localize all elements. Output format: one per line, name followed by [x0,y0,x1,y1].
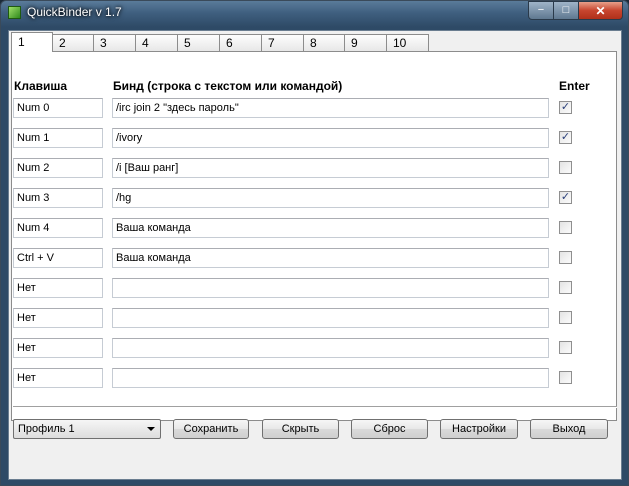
key-field[interactable]: Нет [13,308,103,328]
key-field[interactable]: Нет [13,278,103,298]
enter-checkbox[interactable]: ✓ [559,191,572,204]
exit-button[interactable]: Выход [530,419,608,439]
enter-checkbox[interactable]: ✓ [559,131,572,144]
profile-select-value: Профиль 1 [18,423,75,435]
bind-input[interactable] [112,338,549,358]
enter-checkbox[interactable] [559,251,572,264]
close-icon: ✕ [595,3,606,18]
enter-checkbox[interactable] [559,341,572,354]
key-field[interactable]: Нет [13,368,103,388]
checkmark-icon: ✓ [560,131,571,143]
tab-10[interactable]: 10 [387,34,429,52]
bind-input[interactable] [112,368,549,388]
tab-strip: 1 2 3 4 5 6 7 8 9 10 [11,32,429,52]
bind-input[interactable]: /irc join 2 "здесь пароль" [112,98,549,118]
bind-input[interactable]: /i [Ваш ранг] [112,158,549,178]
bind-input[interactable] [112,278,549,298]
enter-checkbox[interactable]: ✓ [559,101,572,114]
title-bar[interactable]: QuickBinder v 1.7 − □ ✕ [1,1,628,25]
tab-6[interactable]: 6 [220,34,262,52]
hide-button[interactable]: Скрыть [262,419,339,439]
enter-checkbox[interactable] [559,311,572,324]
key-field[interactable]: Num 2 [13,158,103,178]
enter-checkbox[interactable] [559,281,572,294]
bind-input[interactable] [112,308,549,328]
key-field[interactable]: Num 4 [13,218,103,238]
tab-7[interactable]: 7 [262,34,304,52]
caption-buttons: − □ ✕ [528,1,623,20]
checkmark-icon: ✓ [560,191,571,203]
tab-2[interactable]: 2 [53,34,94,52]
footer-separator [13,406,617,408]
maximize-button[interactable]: □ [554,1,579,20]
tab-3[interactable]: 3 [94,34,136,52]
close-button[interactable]: ✕ [579,1,623,20]
maximize-icon: □ [562,4,570,16]
app-icon [8,6,21,19]
checkmark-icon: ✓ [560,101,571,113]
app-window: QuickBinder v 1.7 − □ ✕ 1 2 3 4 5 6 7 8 … [0,0,629,486]
window-title: QuickBinder v 1.7 [27,5,122,19]
key-field[interactable]: Num 3 [13,188,103,208]
bind-input[interactable]: /ivory [112,128,549,148]
profile-select[interactable]: Профиль 1 [13,419,161,439]
settings-button[interactable]: Настройки [440,419,518,439]
key-field[interactable]: Ctrl + V [13,248,103,268]
client-area: 1 2 3 4 5 6 7 8 9 10 Клавиша Бинд (строк… [8,30,622,480]
tab-8[interactable]: 8 [304,34,345,52]
minimize-icon: − [537,4,545,16]
enter-checkbox[interactable] [559,221,572,234]
bind-input[interactable]: Ваша команда [112,248,549,268]
enter-checkbox[interactable] [559,371,572,384]
tab-5[interactable]: 5 [178,34,220,52]
key-field[interactable]: Num 1 [13,128,103,148]
tab-4[interactable]: 4 [136,34,178,52]
chevron-down-icon [147,427,155,431]
bind-input[interactable]: Ваша команда [112,218,549,238]
enter-checkbox[interactable] [559,161,572,174]
minimize-button[interactable]: − [528,1,554,20]
column-header-enter: Enter [559,79,590,93]
save-button[interactable]: Сохранить [173,419,249,439]
tab-9[interactable]: 9 [345,34,387,52]
key-field[interactable]: Нет [13,338,103,358]
tab-1[interactable]: 1 [11,32,53,52]
column-header-key: Клавиша [14,79,68,93]
bind-input[interactable]: /hg [112,188,549,208]
reset-button[interactable]: Сброс [351,419,428,439]
column-header-bind: Бинд (строка с текстом или командой) [113,79,343,93]
key-field[interactable]: Num 0 [13,98,103,118]
